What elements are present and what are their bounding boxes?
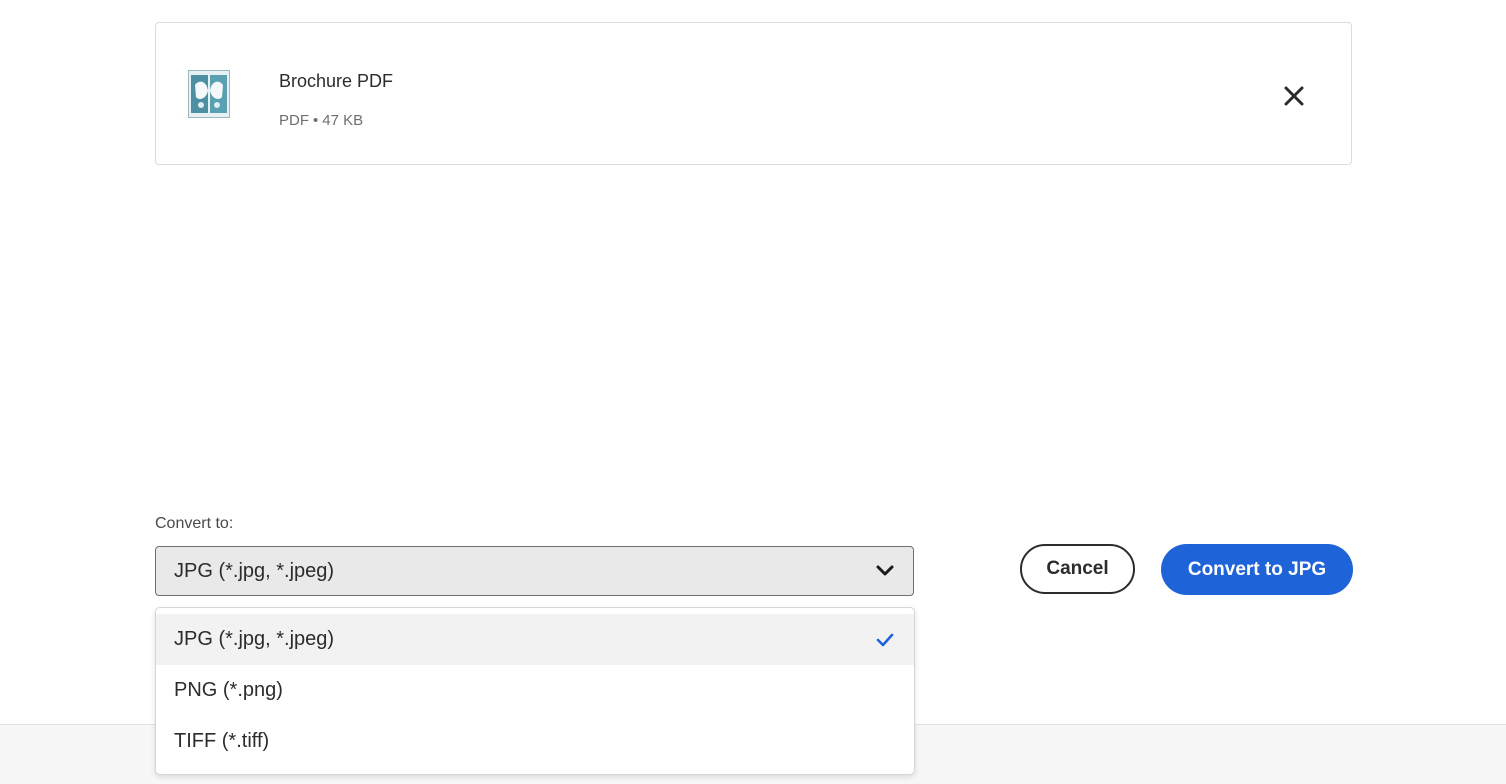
format-option-png[interactable]: PNG (*.png) bbox=[156, 665, 914, 716]
chevron-down-icon bbox=[875, 561, 895, 581]
close-icon bbox=[1284, 86, 1304, 106]
file-type: PDF bbox=[279, 112, 309, 129]
cancel-button[interactable]: Cancel bbox=[1020, 544, 1135, 594]
file-card: Brochure PDF PDF • 47 KB bbox=[155, 22, 1352, 165]
format-option-label: JPG (*.jpg, *.jpeg) bbox=[174, 628, 335, 650]
format-option-jpg[interactable]: JPG (*.jpg, *.jpeg) bbox=[156, 614, 914, 665]
format-option-label: PNG (*.png) bbox=[174, 679, 283, 701]
checkmark-icon bbox=[874, 629, 896, 651]
convert-to-label: Convert to: bbox=[155, 515, 234, 532]
file-size: 47 KB bbox=[322, 112, 364, 129]
format-dropdown-menu: JPG (*.jpg, *.jpeg) PNG (*.png) TIFF (*.… bbox=[155, 607, 915, 775]
format-select-value: JPG (*.jpg, *.jpeg) bbox=[174, 559, 335, 582]
format-option-label: TIFF (*.tiff) bbox=[174, 730, 270, 752]
format-option-tiff[interactable]: TIFF (*.tiff) bbox=[156, 716, 914, 767]
convert-button[interactable]: Convert to JPG bbox=[1161, 544, 1353, 595]
file-meta: PDF • 47 KB bbox=[279, 112, 363, 129]
file-name: Brochure PDF bbox=[279, 71, 394, 91]
remove-file-button[interactable] bbox=[1279, 81, 1309, 111]
format-select[interactable]: JPG (*.jpg, *.jpeg) bbox=[155, 546, 914, 596]
convert-page: Brochure PDF PDF • 47 KB Convert to: JPG (… bbox=[0, 0, 1506, 784]
meta-separator: • bbox=[313, 112, 319, 129]
pdf-thumbnail-icon bbox=[188, 70, 230, 118]
